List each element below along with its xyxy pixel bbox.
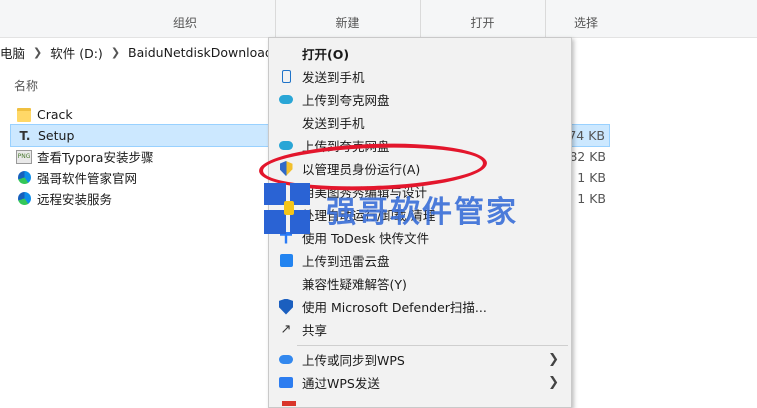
file-size: 1 KB: [577, 170, 606, 185]
menu-divider: [297, 345, 568, 346]
watermark-logo-icon: [264, 183, 310, 235]
column-header-name[interactable]: 名称: [14, 77, 38, 94]
xunlei-icon: [278, 253, 294, 269]
ribbon-group-label: 新建: [335, 16, 360, 30]
wps-cloud-icon: [278, 352, 294, 368]
menu-item-xunlei[interactable]: 上传到迅雷云盘: [269, 249, 571, 272]
file-name: Crack: [37, 107, 73, 122]
menu-item-label: 使用 Microsoft Defender扫描...: [302, 300, 487, 315]
menu-item-label: 共享: [302, 323, 328, 338]
menu-item-send-to-phone[interactable]: 发送到手机: [269, 65, 571, 88]
menu-item-wps-send[interactable]: 通过WPS发送 ❯: [269, 371, 571, 394]
ribbon-group-new[interactable]: 新建: [275, 0, 421, 37]
breadcrumb-this-pc[interactable]: 电脑: [0, 43, 29, 62]
chevron-right-icon[interactable]: ❯: [107, 46, 124, 59]
menu-item-label: 上传到迅雷云盘: [302, 254, 390, 269]
ribbon-group-label: 选择: [573, 16, 598, 30]
watermark: 强哥软件管家: [264, 181, 536, 237]
menu-item-cutoff-icon: [282, 401, 296, 406]
ribbon-group-organize[interactable]: 组织: [95, 0, 276, 37]
file-size: 74 KB: [568, 128, 605, 143]
file-name: Setup: [38, 128, 75, 143]
menu-item-label: 打开(O): [302, 47, 350, 62]
cloud-icon: [278, 92, 294, 108]
menu-item-label: 上传或同步到WPS: [302, 353, 405, 368]
chevron-right-icon[interactable]: ❯: [29, 46, 46, 59]
png-icon: PNG: [16, 149, 32, 165]
chevron-right-icon: ❯: [548, 352, 559, 367]
typora-icon: T.: [19, 128, 31, 143]
menu-item-open[interactable]: 打开(O): [269, 42, 571, 65]
file-name: 远程安装服务: [37, 192, 113, 207]
file-name: 强哥软件管家官网: [37, 171, 138, 186]
file-size: 1 KB: [577, 191, 606, 206]
menu-item-send-to-phone-2[interactable]: 发送到手机: [269, 111, 571, 134]
ribbon-group-open[interactable]: 打开: [420, 0, 546, 37]
cloud-icon: [278, 138, 294, 154]
menu-item-label: 上传到夸克网盘: [302, 93, 390, 108]
chevron-right-icon: ❯: [548, 375, 559, 390]
ribbon-group-select[interactable]: 选择: [545, 0, 627, 37]
menu-item-upload-quark[interactable]: 上传到夸克网盘: [269, 88, 571, 111]
ribbon-group-label: 打开: [470, 16, 495, 30]
ribbon: 组织 新建 打开 选择: [0, 0, 757, 38]
menu-item-share[interactable]: ↗ 共享: [269, 318, 571, 341]
menu-item-label: 兼容性疑难解答(Y): [302, 277, 407, 292]
defender-icon: [278, 298, 294, 315]
folder-icon: [16, 107, 32, 123]
file-name: 查看Typora安装步骤: [37, 150, 154, 165]
phone-icon: [278, 69, 294, 85]
edge-icon: [16, 170, 32, 186]
share-icon: ↗: [280, 322, 292, 337]
menu-item-label: 通过WPS发送: [302, 376, 380, 391]
menu-item-label: 发送到手机: [302, 116, 365, 131]
edge-icon: [16, 191, 32, 207]
ribbon-group-label: 组织: [172, 16, 197, 30]
menu-item-defender-scan[interactable]: 使用 Microsoft Defender扫描...: [269, 295, 571, 318]
file-size: 82 KB: [569, 149, 606, 164]
menu-item-compatibility[interactable]: 兼容性疑难解答(Y): [269, 272, 571, 295]
menu-item-label: 发送到手机: [302, 70, 365, 85]
wps-send-icon: [278, 375, 294, 391]
watermark-text: 强哥软件管家: [326, 195, 518, 230]
menu-item-wps-sync[interactable]: 上传或同步到WPS ❯: [269, 348, 571, 371]
breadcrumb-drive-d[interactable]: 软件 (D:): [46, 43, 107, 62]
breadcrumb-folder[interactable]: BaiduNetdiskDownload: [124, 45, 277, 60]
